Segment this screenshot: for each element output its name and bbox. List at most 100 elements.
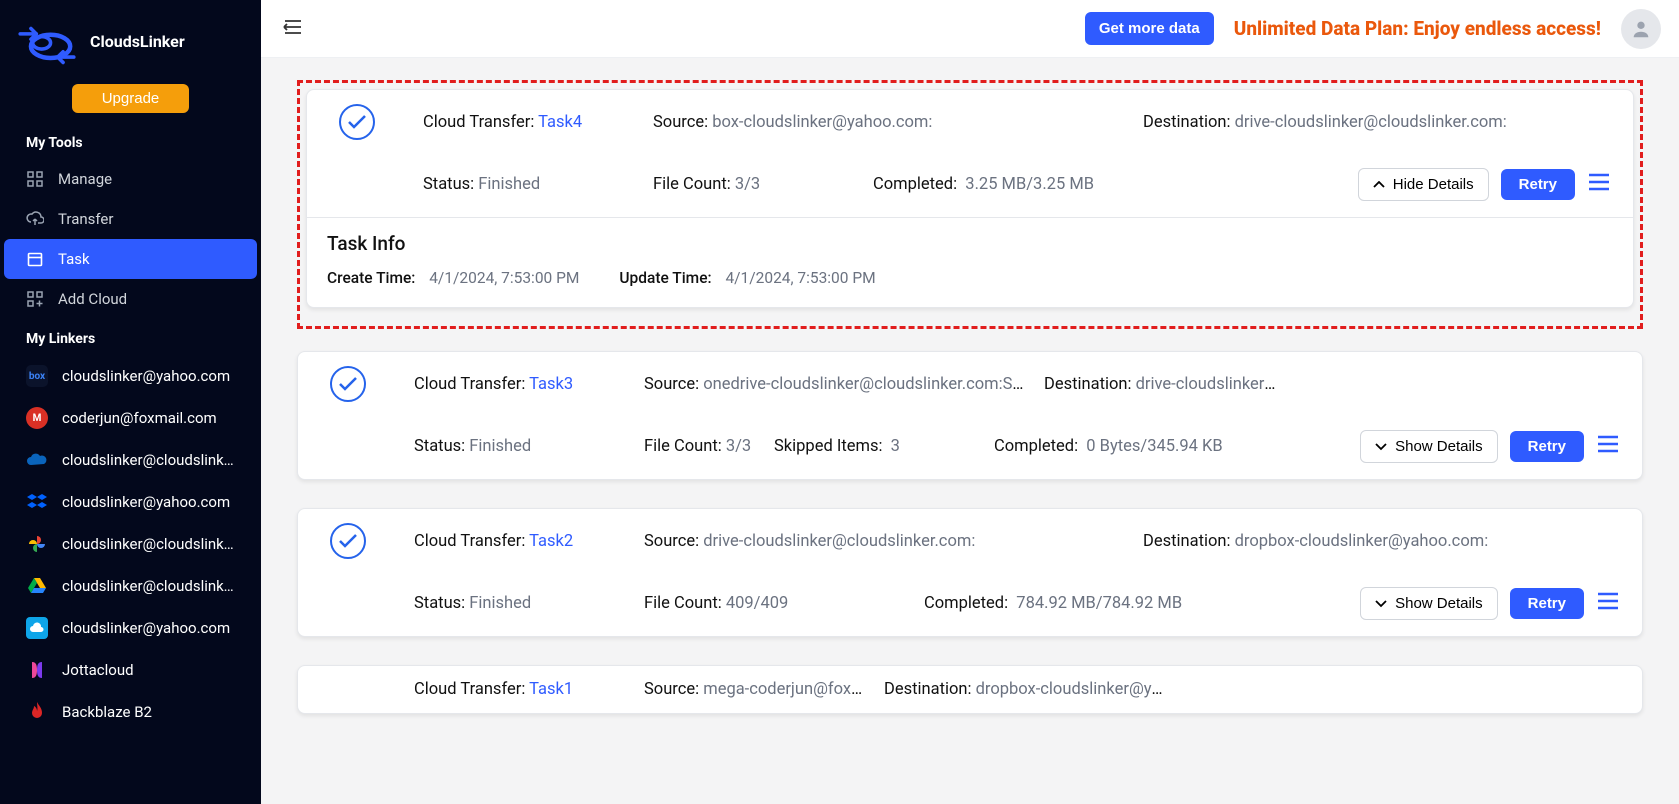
brand-logo-icon	[14, 16, 80, 66]
gdrive-icon	[26, 575, 48, 597]
brand-name: CloudsLinker	[90, 32, 185, 51]
linker-label: Backblaze B2	[62, 703, 152, 721]
destination-label: Destination:	[884, 680, 976, 699]
completed-value: 0 Bytes/345.94 KB	[1086, 437, 1222, 456]
file-count-label: File Count:	[653, 175, 735, 194]
status-value: Finished	[469, 594, 531, 613]
checkmark-icon	[330, 366, 366, 402]
nav-add-cloud[interactable]: Add Cloud	[0, 279, 261, 319]
destination-value: dropbox-cloudslinker@ya…	[976, 680, 1164, 699]
collapse-sidebar-icon[interactable]	[283, 18, 305, 40]
details-btn-label: Show Details	[1395, 438, 1483, 455]
cloud-transfer-label: Cloud Transfer:	[414, 375, 529, 394]
status-label: Status:	[423, 175, 478, 194]
backblaze-icon	[26, 701, 48, 723]
menu-icon[interactable]	[1596, 591, 1622, 617]
destination-value: drive-cloudslinker@cloudslinker.com:	[1235, 113, 1507, 132]
cloud-upload-icon	[26, 210, 44, 228]
task-card: Cloud Transfer: Task1 Source: mega-coder…	[297, 665, 1643, 714]
file-count-label: File Count:	[644, 437, 726, 456]
chevron-down-icon	[1375, 600, 1387, 608]
get-more-data-button[interactable]: Get more data	[1085, 12, 1214, 45]
chevron-up-icon	[1373, 181, 1385, 189]
completed-label: Completed:	[994, 437, 1078, 456]
plus-grid-icon	[26, 290, 44, 308]
update-time-label: Update Time:	[619, 269, 711, 287]
cloud-transfer-label: Cloud Transfer:	[423, 113, 538, 132]
task-card: Cloud Transfer: Task3 Source: onedrive-c…	[297, 351, 1643, 480]
destination-value: drive-cloudslinker@clo…	[1136, 375, 1284, 394]
task-name[interactable]: Task3	[529, 375, 573, 394]
file-count-value: 409/409	[726, 594, 788, 613]
dropbox-icon	[26, 491, 48, 513]
linker-label: Jottacloud	[62, 661, 134, 679]
destination-label: Destination:	[1143, 532, 1235, 551]
retry-button[interactable]: Retry	[1510, 588, 1584, 619]
cloud-transfer-label: Cloud Transfer:	[414, 680, 529, 699]
chevron-down-icon	[1375, 443, 1387, 451]
task-card: Cloud Transfer: Task2 Source: drive-clou…	[297, 508, 1643, 637]
gphotos-icon	[26, 533, 48, 555]
linker-label: coderjun@foxmail.com	[62, 409, 217, 427]
linker-label: cloudslinker@yahoo.com	[62, 367, 230, 385]
linker-item-jotta[interactable]: Jottacloud	[0, 649, 261, 691]
task-name[interactable]: Task2	[529, 532, 573, 551]
task-name[interactable]: Task4	[538, 113, 582, 132]
hide-details-button[interactable]: Hide Details	[1358, 168, 1489, 201]
show-details-button[interactable]: Show Details	[1360, 430, 1498, 463]
retry-button[interactable]: Retry	[1510, 431, 1584, 462]
highlighted-task-region: Cloud Transfer: Task4 Source: box-clouds…	[297, 80, 1643, 329]
onedrive-icon	[26, 449, 48, 471]
status-label: Status:	[414, 594, 469, 613]
menu-icon[interactable]	[1596, 434, 1622, 460]
nav-manage[interactable]: Manage	[0, 159, 261, 199]
create-time-label: Create Time:	[327, 269, 415, 287]
linker-label: cloudslinker@cloudslinker.co...	[62, 451, 235, 469]
source-label: Source:	[653, 113, 712, 132]
source-value: box-cloudslinker@yahoo.com:	[712, 113, 932, 132]
nav-label: Add Cloud	[58, 290, 127, 308]
unlimited-banner: Unlimited Data Plan: Enjoy endless acces…	[1234, 17, 1601, 40]
nav-label: Task	[58, 250, 90, 268]
cloud-transfer-label: Cloud Transfer:	[414, 532, 529, 551]
details-btn-label: Hide Details	[1393, 176, 1474, 193]
file-count-label: File Count:	[644, 594, 726, 613]
source-value: mega-coderjun@foxm…	[703, 680, 864, 699]
linker-item-backblaze[interactable]: Backblaze B2	[0, 691, 261, 733]
linker-item-dropbox[interactable]: cloudslinker@yahoo.com	[0, 481, 261, 523]
pcloud-icon	[26, 617, 48, 639]
create-time-value: 4/1/2024, 7:53:00 PM	[429, 269, 579, 287]
linker-label: cloudslinker@yahoo.com	[62, 493, 230, 511]
linker-item-pcloud[interactable]: cloudslinker@yahoo.com	[0, 607, 261, 649]
source-label: Source:	[644, 375, 703, 394]
show-details-button[interactable]: Show Details	[1360, 587, 1498, 620]
linker-item-box[interactable]: box cloudslinker@yahoo.com	[0, 355, 261, 397]
avatar[interactable]	[1621, 9, 1661, 49]
linker-label: cloudslinker@cloudslinker.co...	[62, 577, 235, 595]
nav-label: Manage	[58, 170, 112, 188]
source-label: Source:	[644, 680, 703, 699]
linker-item-gphotos[interactable]: cloudslinker@cloudslinker.co...	[0, 523, 261, 565]
file-count-value: 3/3	[726, 437, 751, 456]
nav-task[interactable]: Task	[4, 239, 257, 279]
destination-label: Destination:	[1044, 375, 1136, 394]
brand: CloudsLinker	[0, 0, 261, 80]
status-value: Finished	[478, 175, 540, 194]
task-name[interactable]: Task1	[529, 680, 573, 699]
linker-label: cloudslinker@cloudslinker.co...	[62, 535, 235, 553]
linker-item-onedrive[interactable]: cloudslinker@cloudslinker.co...	[0, 439, 261, 481]
status-label: Status:	[414, 437, 469, 456]
nav-transfer[interactable]: Transfer	[0, 199, 261, 239]
linker-item-mega[interactable]: M coderjun@foxmail.com	[0, 397, 261, 439]
menu-icon[interactable]	[1587, 172, 1613, 198]
sidebar: CloudsLinker Upgrade My Tools Manage Tra…	[0, 0, 261, 804]
jotta-icon	[26, 659, 48, 681]
file-count-value: 3/3	[735, 175, 760, 194]
update-time-value: 4/1/2024, 7:53:00 PM	[725, 269, 875, 287]
source-value: onedrive-cloudslinker@cloudslinker.com:S…	[703, 375, 1024, 394]
linker-item-gdrive[interactable]: cloudslinker@cloudslinker.co...	[0, 565, 261, 607]
retry-button[interactable]: Retry	[1501, 169, 1575, 200]
upgrade-button[interactable]: Upgrade	[72, 84, 190, 113]
task-info-title: Task Info	[327, 232, 1613, 255]
status-value: Finished	[469, 437, 531, 456]
